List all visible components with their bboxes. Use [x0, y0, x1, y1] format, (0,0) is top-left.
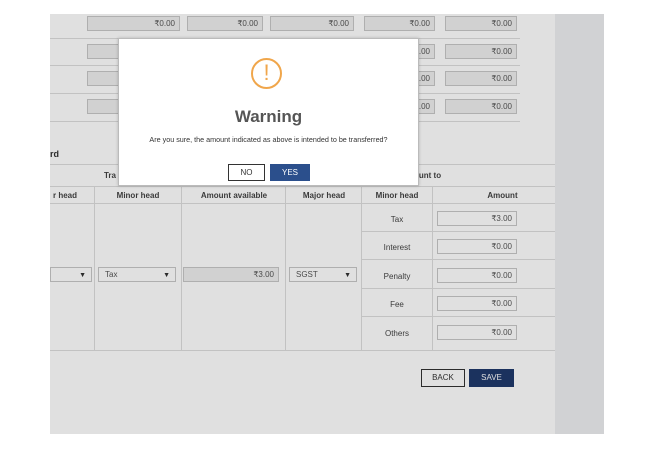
warning-dialog: ! Warning Are you sure, the amount indic…	[118, 38, 419, 186]
no-button[interactable]: NO	[228, 164, 265, 181]
dialog-message: Are you sure, the amount indicated as ab…	[149, 135, 388, 144]
yes-button[interactable]: YES	[270, 164, 310, 181]
dialog-title: Warning	[234, 107, 303, 126]
exclamation-circle-icon: !	[251, 58, 282, 89]
